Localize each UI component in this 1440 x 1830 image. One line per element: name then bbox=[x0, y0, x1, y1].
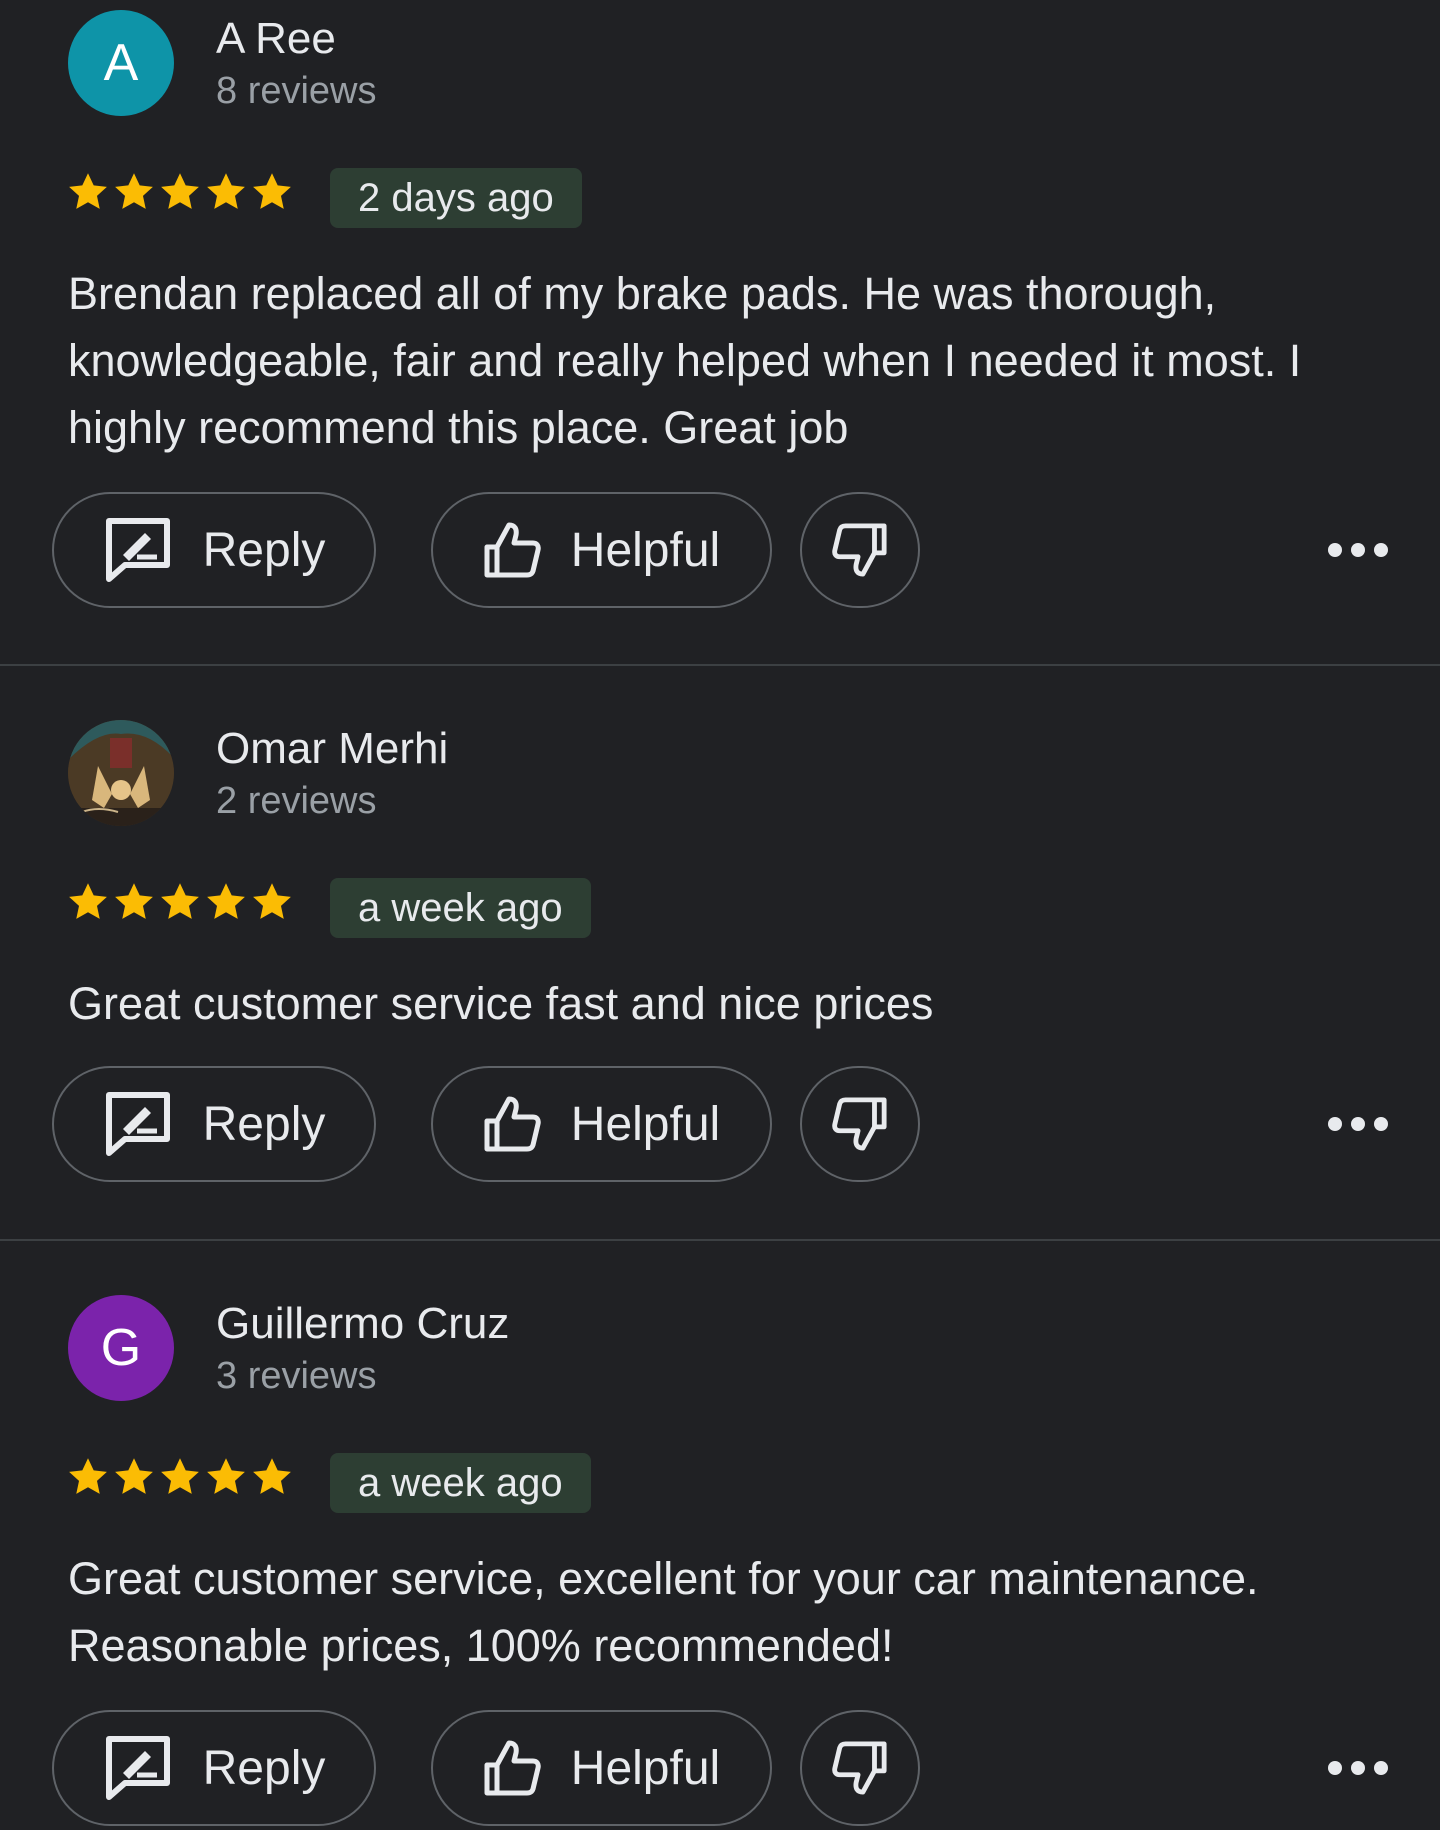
more-options-button[interactable] bbox=[1328, 532, 1388, 568]
thumbs-up-icon bbox=[484, 522, 541, 578]
more-horiz-icon bbox=[1328, 1117, 1342, 1131]
helpful-button[interactable]: Helpful bbox=[431, 1066, 772, 1182]
star-icon bbox=[207, 883, 245, 919]
helpful-button[interactable]: Helpful bbox=[431, 492, 772, 608]
thumbs-down-icon bbox=[832, 1741, 887, 1795]
reviews-feed: A A Ree 8 reviews 2 days ago Brendan rep… bbox=[0, 0, 1440, 1826]
star-icon bbox=[69, 1458, 107, 1494]
review-card: A A Ree 8 reviews 2 days ago Brendan rep… bbox=[0, 0, 1440, 666]
star-icon bbox=[69, 883, 107, 919]
reply-icon bbox=[105, 1092, 170, 1156]
star-icon bbox=[207, 173, 245, 209]
star-icon bbox=[69, 173, 107, 209]
review-count: 8 reviews bbox=[216, 70, 377, 112]
review-text: Great customer service fast and nice pri… bbox=[68, 978, 934, 1029]
star-icon bbox=[115, 1458, 153, 1494]
divider bbox=[0, 1239, 1440, 1241]
more-horiz-icon bbox=[1328, 1761, 1342, 1775]
star-icon bbox=[115, 173, 153, 209]
reviewer-name[interactable]: A Ree bbox=[216, 14, 336, 64]
thumbs-down-icon bbox=[832, 523, 887, 577]
helpful-button[interactable]: Helpful bbox=[431, 1710, 772, 1826]
divider bbox=[0, 664, 1440, 666]
avatar[interactable]: G bbox=[68, 1295, 174, 1401]
more-options-button[interactable] bbox=[1328, 1106, 1388, 1142]
review-actions: Reply Helpful bbox=[0, 1066, 1440, 1186]
reply-button[interactable]: Reply bbox=[52, 1066, 376, 1182]
avatar-letter: A bbox=[103, 34, 139, 92]
reply-button[interactable]: Reply bbox=[52, 1710, 376, 1826]
review-card: G Guillermo Cruz 3 reviews a week ago Gr… bbox=[0, 1285, 1440, 1826]
star-icon bbox=[161, 883, 199, 919]
more-horiz-icon bbox=[1328, 543, 1342, 557]
review-actions: Reply Helpful bbox=[0, 1710, 1440, 1830]
star-icon bbox=[161, 1458, 199, 1494]
avatar-photo bbox=[68, 720, 174, 826]
thumbs-down-icon bbox=[832, 1097, 887, 1151]
star-icon bbox=[253, 883, 291, 919]
review-card: Omar Merhi 2 reviews a week ago Great cu… bbox=[0, 710, 1440, 1240]
star-rating bbox=[66, 1455, 294, 1499]
helpful-label: Helpful bbox=[570, 1097, 721, 1151]
time-badge: 2 days ago bbox=[330, 168, 582, 228]
not-helpful-button[interactable] bbox=[800, 1710, 920, 1826]
reply-button[interactable]: Reply bbox=[52, 492, 376, 608]
review-actions: Reply Helpful bbox=[0, 492, 1440, 612]
more-options-button[interactable] bbox=[1328, 1750, 1388, 1786]
avatar-letter: G bbox=[100, 1319, 142, 1377]
star-rating bbox=[66, 880, 294, 924]
thumbs-up-icon bbox=[484, 1740, 541, 1796]
review-text: Great customer service, excellent for yo… bbox=[68, 1553, 1259, 1671]
reply-label: Reply bbox=[202, 1741, 326, 1795]
star-icon bbox=[115, 883, 153, 919]
star-icon bbox=[253, 1458, 291, 1494]
avatar[interactable]: A bbox=[68, 10, 174, 116]
not-helpful-button[interactable] bbox=[800, 492, 920, 608]
review-text: Brendan replaced all of my brake pads. H… bbox=[68, 268, 1302, 453]
star-icon bbox=[207, 1458, 245, 1494]
reviewer-name[interactable]: Omar Merhi bbox=[216, 724, 448, 774]
review-count: 3 reviews bbox=[216, 1355, 377, 1397]
time-badge: a week ago bbox=[330, 878, 591, 938]
reply-icon bbox=[105, 518, 170, 582]
reply-icon bbox=[105, 1736, 170, 1800]
thumbs-up-icon bbox=[484, 1096, 541, 1152]
star-rating bbox=[66, 170, 294, 214]
reviewer-name[interactable]: Guillermo Cruz bbox=[216, 1299, 509, 1349]
helpful-label: Helpful bbox=[570, 523, 721, 577]
not-helpful-button[interactable] bbox=[800, 1066, 920, 1182]
reply-label: Reply bbox=[202, 1097, 326, 1151]
avatar[interactable] bbox=[68, 720, 174, 826]
time-badge: a week ago bbox=[330, 1453, 591, 1513]
star-icon bbox=[253, 173, 291, 209]
reply-label: Reply bbox=[202, 523, 326, 577]
star-icon bbox=[161, 173, 199, 209]
review-count: 2 reviews bbox=[216, 780, 377, 822]
helpful-label: Helpful bbox=[570, 1741, 721, 1795]
